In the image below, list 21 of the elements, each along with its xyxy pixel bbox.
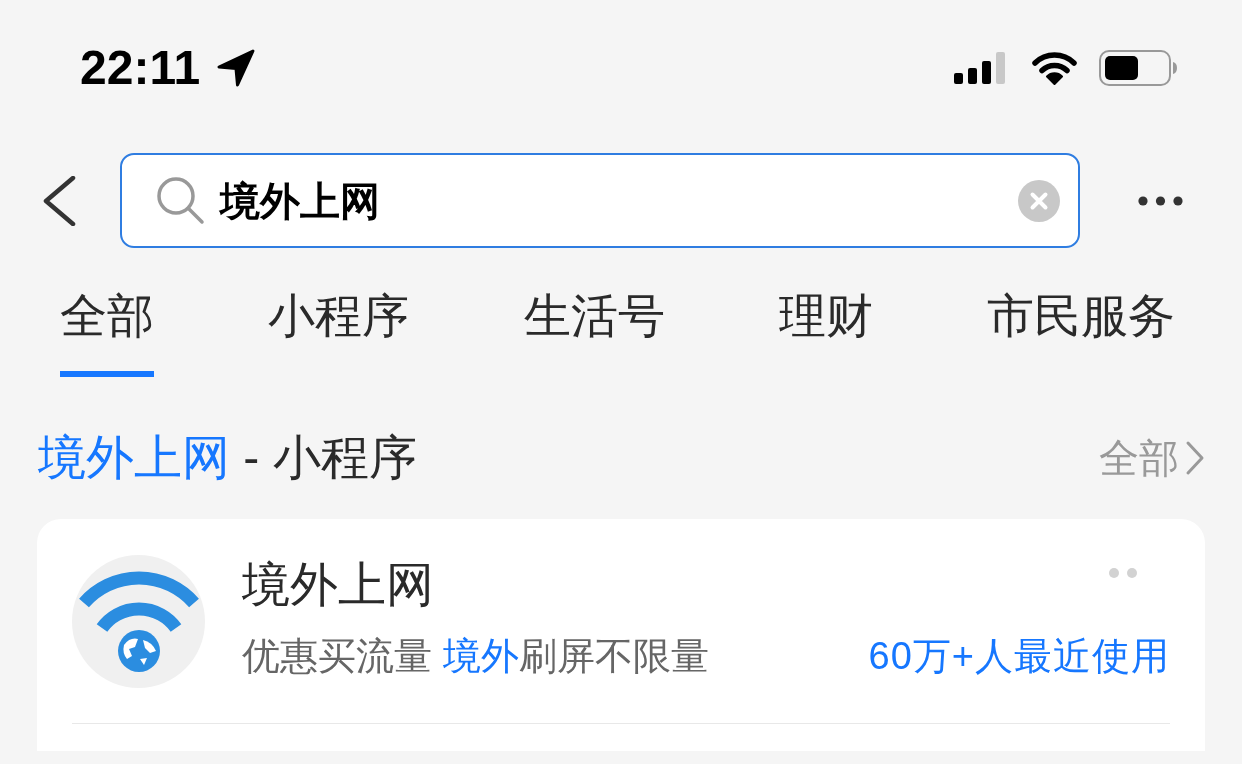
wifi-globe-app-icon (72, 555, 205, 688)
search-icon (156, 176, 205, 225)
tab[interactable]: 小程序 (268, 288, 410, 377)
location-arrow-icon (216, 48, 257, 88)
result-title: 境外上网 (242, 557, 434, 613)
back-icon[interactable] (42, 175, 76, 226)
tab[interactable]: 全部 (60, 288, 154, 377)
signal-icon (954, 52, 1008, 84)
usage-count: 60万+人最近使用 (868, 634, 1170, 679)
tab[interactable]: 市民服务 (987, 288, 1175, 377)
tab[interactable]: 生活号 (523, 288, 665, 377)
battery-icon (1099, 50, 1178, 86)
section-title: 境外上网 - 小程序 (38, 430, 417, 486)
more-icon[interactable] (1138, 195, 1183, 206)
wifi-icon (1032, 51, 1077, 85)
search-field[interactable]: 境外上网 (120, 153, 1080, 248)
status-time: 22:11 (80, 44, 201, 92)
result-card[interactable]: 境外上网 优惠买流量 境外刷屏不限量 60万+人最近使用 (37, 519, 1205, 751)
chevron-right-icon (1185, 440, 1205, 476)
result-description: 优惠买流量 境外刷屏不限量 (242, 634, 709, 679)
tab[interactable]: 理财 (778, 288, 873, 377)
